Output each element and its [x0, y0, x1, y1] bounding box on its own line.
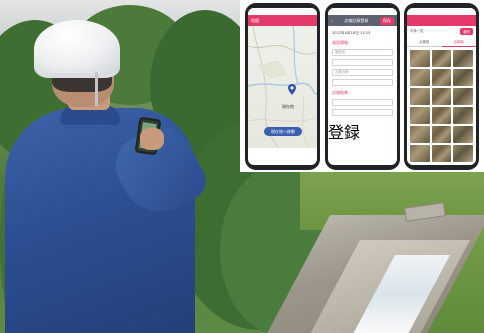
phone-gallery: 写真一覧 選択 点検前 点検後: [404, 3, 479, 170]
inspection-datetime-field[interactable]: 点検日時: [332, 69, 393, 76]
status-bar: [248, 8, 317, 15]
section-facility: 施設情報: [332, 40, 348, 45]
photo-thumbnail[interactable]: [453, 145, 473, 162]
section-result: 点検結果: [332, 90, 348, 95]
form-appbar: ‹ 点検記録登録 保存: [328, 15, 397, 26]
facility-name-field[interactable]: 施設名: [332, 49, 393, 56]
app-screens-panel: 地図 現在地 現在地へ移動 ‹ 点検記録登録 保存 2022年4月18日 13:…: [240, 0, 484, 172]
hard-hat: [34, 20, 120, 78]
status-bar: [328, 8, 397, 15]
form-title: 点検記録登録: [344, 17, 369, 23]
photo-thumbnail[interactable]: [453, 126, 473, 143]
photo-thumbnail[interactable]: [410, 145, 430, 162]
gallery-tabs: 点検前 点検後: [407, 37, 476, 47]
photo-thumbnail[interactable]: [410, 126, 430, 143]
photo-grid: [407, 47, 476, 165]
result-field[interactable]: [332, 109, 393, 116]
form-field[interactable]: [332, 79, 393, 86]
photo-thumbnail[interactable]: [431, 69, 452, 86]
gallery-screen: 写真一覧 選択 点検前 点検後: [407, 8, 476, 165]
map-view[interactable]: 現在地 現在地へ移動: [248, 26, 317, 148]
photo-thumbnail[interactable]: [410, 50, 430, 67]
map-appbar: 地図: [248, 15, 317, 26]
form-screen: ‹ 点検記録登録 保存 2022年4月18日 13:25 施設情報 施設名 点検…: [328, 8, 397, 165]
submit-button[interactable]: 登録: [328, 119, 397, 143]
tab-after[interactable]: 点検後: [441, 37, 476, 47]
map-screen: 地図 現在地 現在地へ移動: [248, 8, 317, 165]
gallery-appbar: [407, 15, 476, 26]
photo-thumbnail[interactable]: [431, 50, 452, 67]
photo-thumbnail[interactable]: [453, 50, 473, 67]
photo-thumbnail[interactable]: [431, 88, 452, 105]
phone-form: ‹ 点検記録登録 保存 2022年4月18日 13:25 施設情報 施設名 点検…: [325, 3, 400, 170]
photo-thumbnail[interactable]: [431, 107, 452, 124]
status-bar: [407, 8, 476, 15]
select-button[interactable]: 選択: [460, 28, 473, 35]
photo-thumbnail[interactable]: [431, 126, 452, 143]
photo-thumbnail[interactable]: [453, 88, 473, 105]
photo-thumbnail[interactable]: [410, 69, 430, 86]
photo-thumbnail[interactable]: [410, 88, 430, 105]
photo-thumbnail[interactable]: [410, 107, 430, 124]
phone-map: 地図 現在地 現在地へ移動: [245, 3, 320, 170]
gallery-header: 写真一覧 選択: [407, 26, 476, 37]
current-location-button[interactable]: 現在地へ移動: [264, 127, 302, 136]
hand: [140, 128, 164, 150]
map-header-label: 地図: [251, 17, 259, 23]
result-field[interactable]: [332, 99, 393, 106]
save-button[interactable]: 保存: [379, 16, 394, 25]
pin-label: 現在地: [282, 104, 294, 109]
tab-before[interactable]: 点検前: [407, 37, 442, 47]
form-field[interactable]: [332, 59, 393, 66]
gallery-title: 写真一覧: [410, 29, 424, 33]
helmet-strap: [95, 72, 109, 106]
back-arrow-icon[interactable]: ‹: [331, 18, 333, 23]
location-pin-icon[interactable]: [288, 84, 296, 95]
photo-thumbnail[interactable]: [453, 69, 473, 86]
photo-thumbnail[interactable]: [453, 107, 473, 124]
inspection-form: 2022年4月18日 13:25 施設情報 施設名 点検日時 点検結果: [328, 26, 397, 119]
record-date: 2022年4月18日 13:25: [332, 31, 371, 35]
photo-thumbnail[interactable]: [431, 145, 452, 162]
